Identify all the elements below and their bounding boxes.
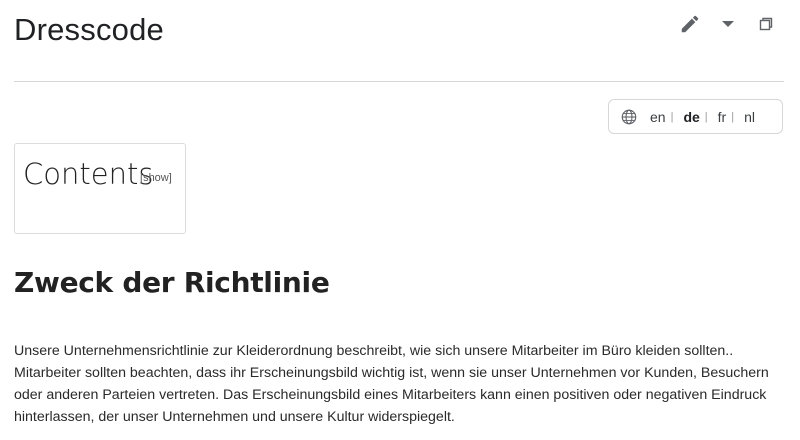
restore-window-icon [759, 17, 773, 31]
language-separator: | [731, 110, 735, 123]
toc-bracket-close: ] [168, 172, 172, 184]
language-option-de[interactable]: de [683, 109, 699, 125]
pencil-icon [681, 15, 699, 33]
title-divider [14, 81, 784, 82]
page-title: Dresscode [14, 12, 164, 47]
title-actions [678, 12, 778, 36]
more-menu-button[interactable] [716, 12, 740, 36]
section-paragraph: Unsere Unternehmensrichtlinie zur Kleide… [14, 343, 769, 425]
language-option-nl[interactable]: nl [744, 109, 755, 125]
caret-down-icon [722, 21, 734, 27]
language-separator: | [670, 110, 674, 123]
window-restore-button[interactable] [754, 12, 778, 36]
language-option-en[interactable]: en [650, 109, 666, 125]
edit-button[interactable] [678, 12, 702, 36]
toc-toggle: [show] [140, 172, 172, 184]
toc-title: Contents [23, 157, 154, 191]
language-switcher: en | de | fr | nl [608, 99, 783, 134]
language-option-fr[interactable]: fr [718, 109, 727, 125]
toc-show-link[interactable]: show [143, 172, 169, 184]
globe-icon [621, 109, 637, 124]
table-of-contents: Contents [show] [14, 143, 186, 234]
section-heading: Zweck der Richtlinie [14, 266, 330, 299]
language-separator: | [704, 110, 708, 123]
